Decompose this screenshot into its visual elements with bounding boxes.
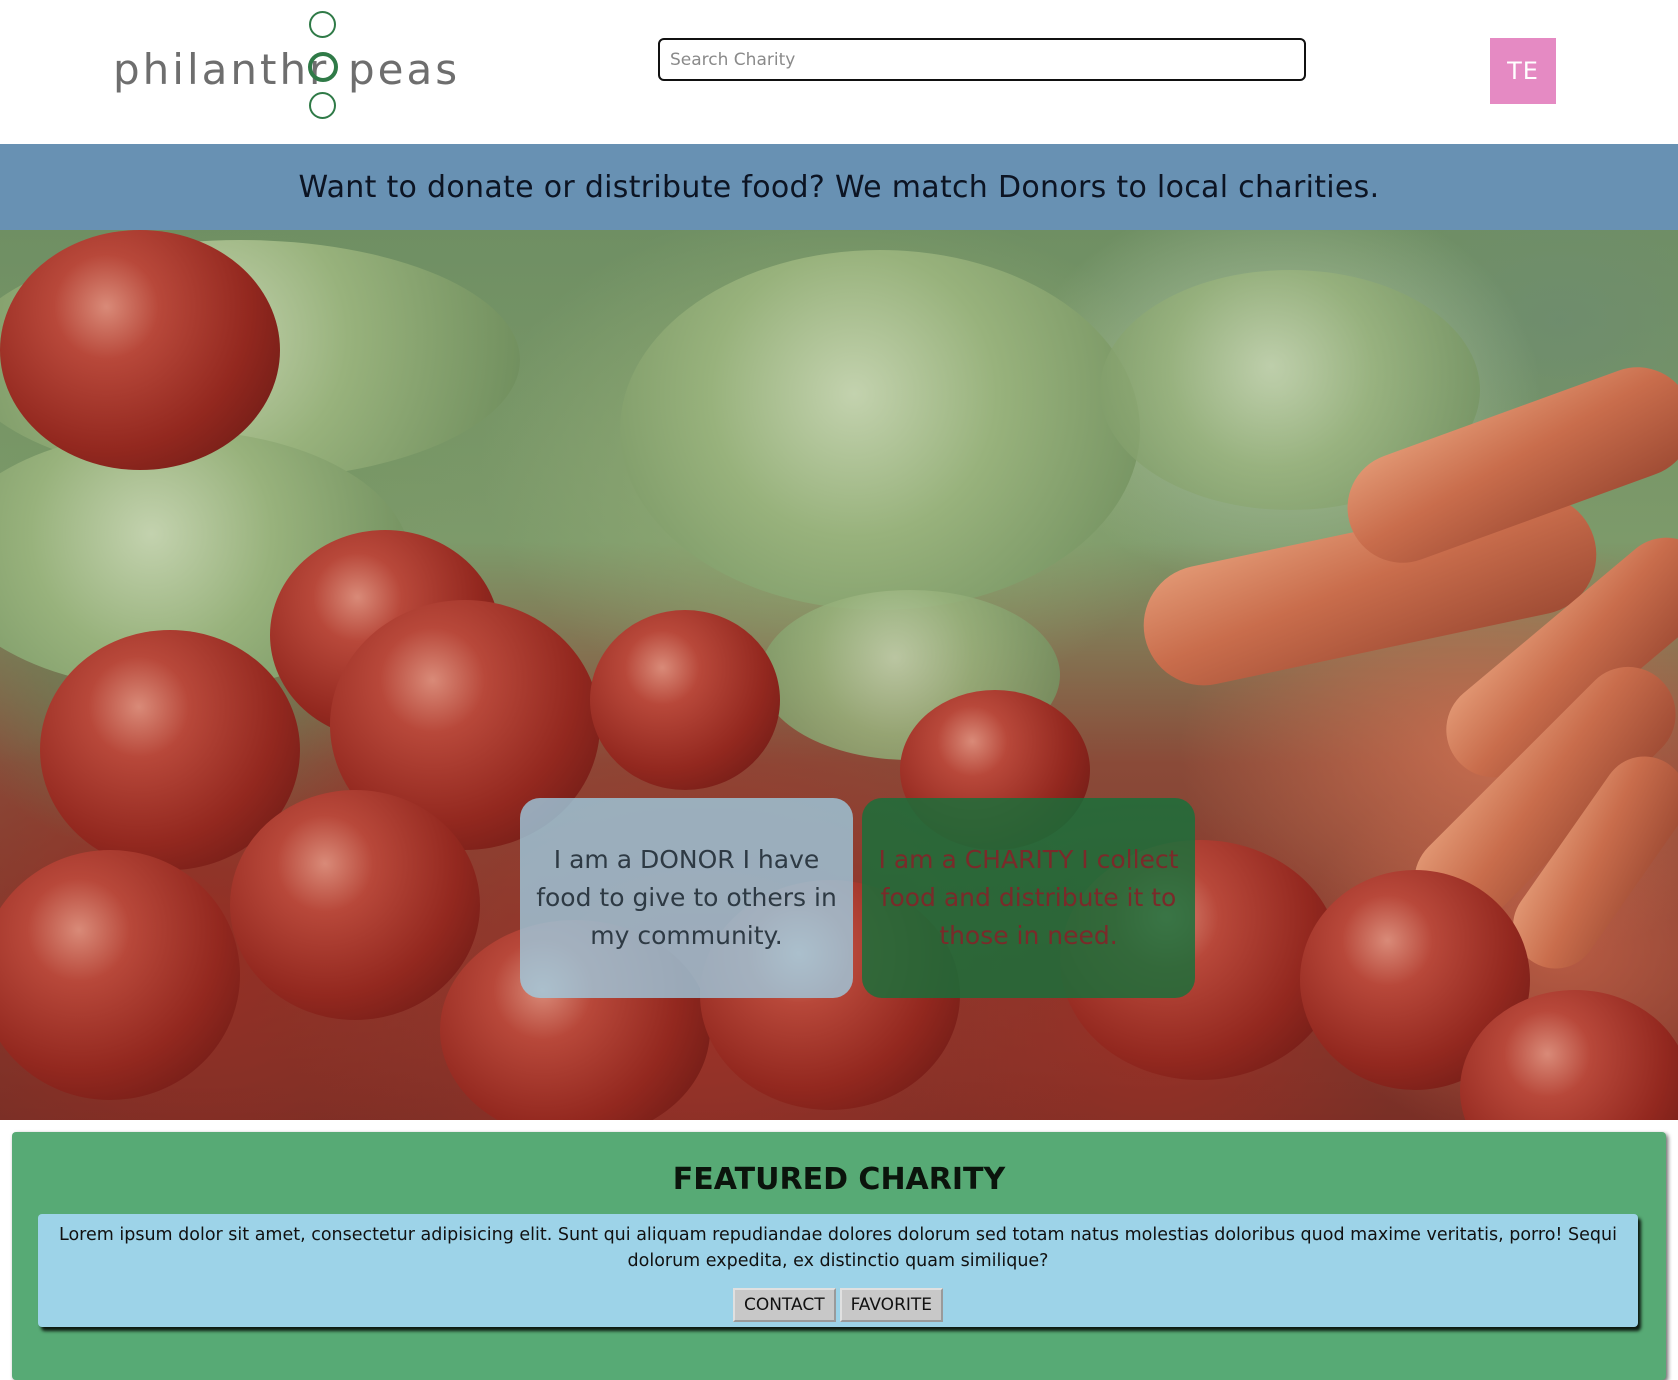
logo-text-left: philanthr bbox=[113, 45, 330, 94]
search-charity-input[interactable] bbox=[658, 38, 1306, 81]
donor-option-card[interactable]: I am a DONOR I have food to give to othe… bbox=[520, 798, 853, 998]
logo-pea-middle-icon bbox=[308, 52, 338, 82]
logo-pea-top-icon bbox=[309, 11, 336, 38]
hero-section: I am a DONOR I have food to give to othe… bbox=[0, 230, 1678, 1120]
charity-option-text: I am a CHARITY I collect food and distri… bbox=[878, 845, 1179, 950]
contact-button[interactable]: CONTACT bbox=[732, 1288, 836, 1322]
featured-charity-section: FEATURED CHARITY Lorem ipsum dolor sit a… bbox=[12, 1132, 1666, 1380]
featured-charity-description: Lorem ipsum dolor sit amet, consectetur … bbox=[59, 1225, 1617, 1271]
site-header: philanthr peas TE bbox=[0, 0, 1678, 144]
featured-charity-title: FEATURED CHARITY bbox=[672, 1162, 1006, 1197]
philanthropeas-logo[interactable]: philanthr peas bbox=[113, 8, 457, 123]
logo-pea-bottom-icon bbox=[309, 92, 336, 119]
cabbage-shape bbox=[620, 250, 1140, 610]
favorite-button[interactable]: FAVORITE bbox=[839, 1288, 944, 1322]
user-avatar[interactable]: TE bbox=[1490, 38, 1556, 104]
tomato-shape bbox=[590, 610, 780, 790]
logo-text-right: peas bbox=[348, 45, 461, 94]
featured-charity-actions: CONTACT FAVORITE bbox=[48, 1288, 1628, 1322]
featured-charity-card: Lorem ipsum dolor sit amet, consectetur … bbox=[38, 1214, 1638, 1327]
tagline-banner: Want to donate or distribute food? We ma… bbox=[0, 144, 1678, 230]
tomato-shape bbox=[0, 850, 240, 1100]
tagline-text: Want to donate or distribute food? We ma… bbox=[298, 169, 1380, 205]
tomato-shape bbox=[0, 230, 280, 470]
charity-option-card[interactable]: I am a CHARITY I collect food and distri… bbox=[862, 798, 1195, 998]
tomato-shape bbox=[230, 790, 480, 1020]
donor-option-text: I am a DONOR I have food to give to othe… bbox=[536, 845, 837, 950]
